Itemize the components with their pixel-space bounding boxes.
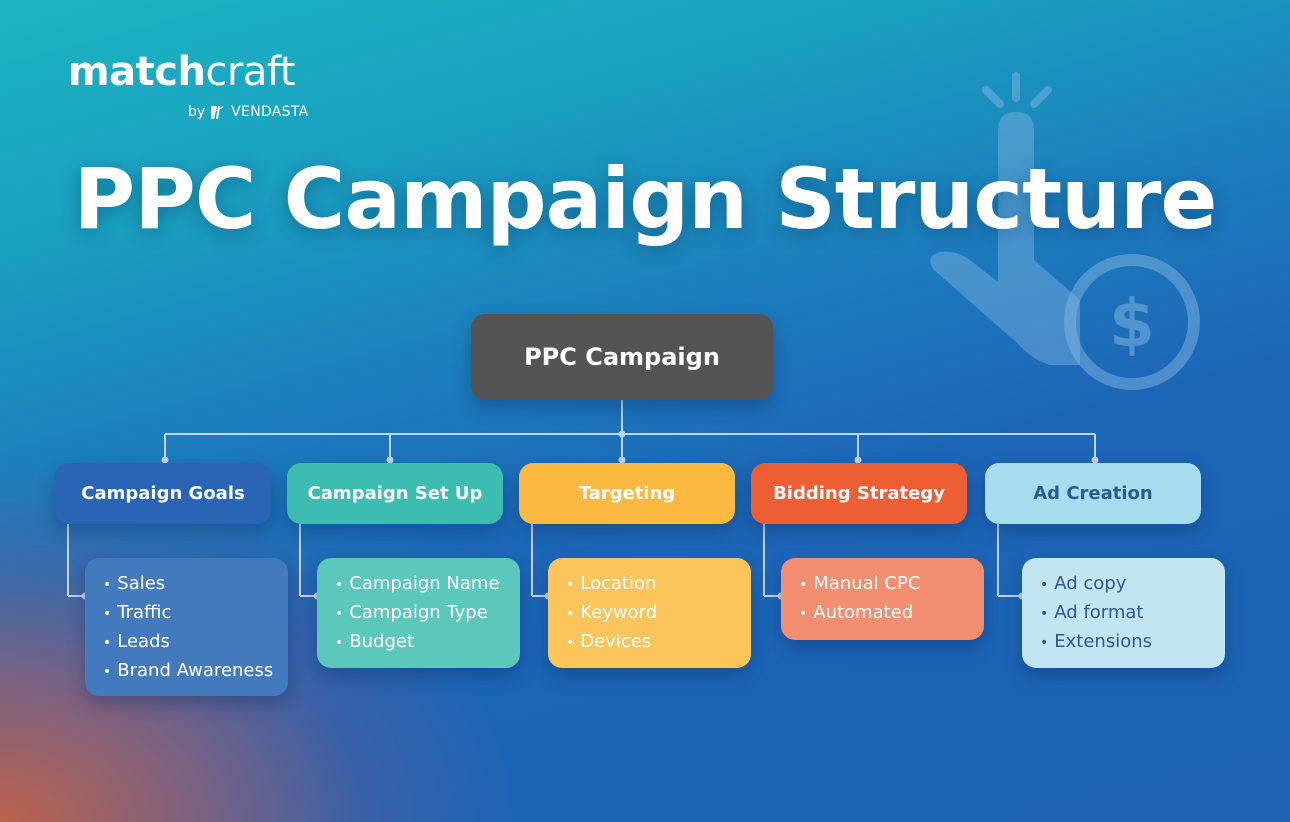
category-list-campaign-set-up: Campaign NameCampaign TypeBudget xyxy=(317,558,520,668)
category-node-campaign-goals: Campaign Goals xyxy=(55,463,271,524)
root-node-label: PPC Campaign xyxy=(524,343,720,371)
list-item: Location xyxy=(566,570,751,599)
logo-byline: by VENDASTA xyxy=(188,104,309,120)
list-item: Sales xyxy=(103,570,288,599)
matchcraft-logo: matchcraft by VENDASTA xyxy=(68,52,308,120)
root-node-ppc-campaign: PPC Campaign xyxy=(471,314,773,400)
logo-brand-bold: match xyxy=(68,49,206,95)
list-item: Manual CPC xyxy=(799,570,984,599)
list-item: Leads xyxy=(103,628,288,657)
category-label: Targeting xyxy=(578,483,676,504)
logo-brand-light: craft xyxy=(205,49,295,95)
logo-wordmark: matchcraft xyxy=(68,52,295,92)
list-item: Campaign Type xyxy=(335,599,520,628)
category-label: Campaign Goals xyxy=(81,483,245,504)
list-item: Automated xyxy=(799,599,984,628)
list-item: Ad format xyxy=(1040,599,1225,628)
category-list-ad-creation: Ad copyAd formatExtensions xyxy=(1022,558,1225,668)
category-list-targeting: LocationKeywordDevices xyxy=(548,558,751,668)
category-list-campaign-goals: SalesTrafficLeadsBrand Awareness xyxy=(85,558,288,696)
category-label: Bidding Strategy xyxy=(773,483,945,504)
category-label: Campaign Set Up xyxy=(307,483,483,504)
bus-junction-dot xyxy=(618,430,626,438)
category-node-campaign-set-up: Campaign Set Up xyxy=(287,463,503,524)
list-item: Budget xyxy=(335,628,520,657)
category-node-targeting: Targeting xyxy=(519,463,735,524)
list-item: Campaign Name xyxy=(335,570,520,599)
list-item: Extensions xyxy=(1040,628,1225,657)
list-item: Keyword xyxy=(566,599,751,628)
category-list-bidding-strategy: Manual CPCAutomated xyxy=(781,558,984,640)
list-item: Traffic xyxy=(103,599,288,628)
vendasta-logo-icon xyxy=(211,105,224,119)
logo-parent-brand: VENDASTA xyxy=(231,104,309,120)
logo-by-text: by xyxy=(188,104,206,120)
list-item: Ad copy xyxy=(1040,570,1225,599)
category-node-bidding-strategy: Bidding Strategy xyxy=(751,463,967,524)
svg-text:$: $ xyxy=(1109,285,1155,362)
page-title: PPC Campaign Structure xyxy=(73,150,1218,248)
list-item: Devices xyxy=(566,628,751,657)
category-label: Ad Creation xyxy=(1033,483,1153,504)
list-item: Brand Awareness xyxy=(103,657,288,686)
category-node-ad-creation: Ad Creation xyxy=(985,463,1201,524)
